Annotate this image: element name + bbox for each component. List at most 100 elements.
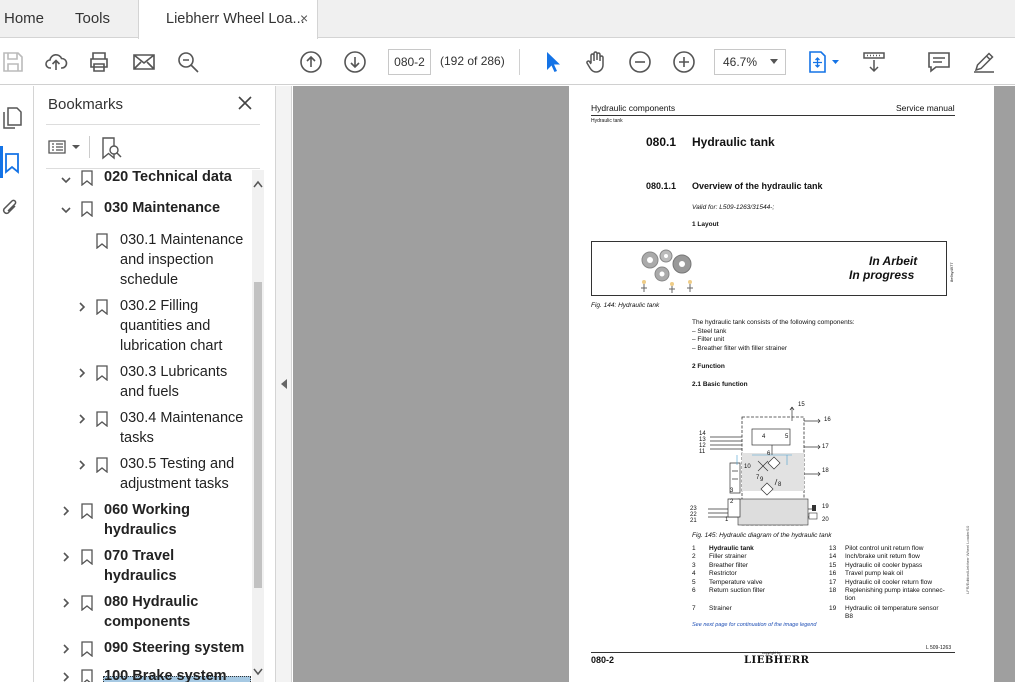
tab-document-title: Liebherr Wheel Loa... [166, 11, 305, 27]
tab-home[interactable]: Home [4, 10, 44, 27]
next-page-icon[interactable] [343, 50, 367, 74]
legend-number: 19 [829, 605, 837, 612]
bookmark-panel-icon[interactable] [4, 152, 20, 174]
bookmark-icon [96, 411, 108, 427]
bookmark-030-1[interactable]: 030.1 Maintenance and inspection schedul… [120, 230, 243, 290]
legend-text: Hydraulic oil cooler return flow [845, 579, 933, 586]
collapse-panel-icon[interactable] [280, 378, 288, 390]
tab-close-icon[interactable]: × [300, 10, 308, 26]
comment-icon[interactable] [927, 50, 951, 74]
pages-thumbnails-icon[interactable] [2, 106, 22, 130]
previous-page-icon[interactable] [299, 50, 323, 74]
scroll-down-icon[interactable] [253, 668, 263, 676]
page-header-right: Service manual [896, 103, 955, 113]
search-icon[interactable] [176, 50, 200, 74]
header-rule [591, 115, 955, 116]
layout-heading: 1 Layout [692, 221, 719, 228]
bookmark-070[interactable]: 070 Travel hydraulics [104, 546, 177, 586]
bookmarks-panel: Bookmarks 020 Technical data 030 Mainten… [34, 86, 276, 682]
subsection-title: Overview of the hydraulic tank [692, 181, 823, 191]
rail-selection-indicator [0, 146, 3, 178]
select-cursor-icon[interactable] [541, 50, 565, 74]
save-icon[interactable] [1, 50, 25, 74]
bookmark-100[interactable]: 100 Brake system [104, 666, 227, 682]
tab-document[interactable]: Liebherr Wheel Loa... × [138, 0, 318, 39]
bookmark-080-selected[interactable]: 080 Hydraulic components [104, 592, 198, 632]
legend-text: Strainer [709, 605, 732, 612]
hand-tool-icon[interactable] [584, 50, 608, 74]
continuation-link[interactable]: See next page for continuation of the im… [692, 622, 816, 628]
upload-cloud-icon[interactable] [44, 50, 68, 74]
find-bookmark-icon[interactable] [100, 136, 122, 160]
zoom-in-icon[interactable] [672, 50, 696, 74]
pen-icon[interactable] [972, 50, 996, 74]
bookmark-icon [96, 299, 108, 315]
attachment-icon[interactable] [0, 196, 20, 220]
legend-text: Filler strainer [709, 553, 747, 560]
bookmark-icon [81, 595, 93, 611]
chevron-down-icon [770, 59, 778, 64]
panel-splitter[interactable] [276, 86, 292, 682]
legend-number: 1 [692, 545, 696, 552]
bookmark-030-2[interactable]: 030.2 Filling quantities and lubrication… [120, 296, 222, 356]
document-viewport[interactable]: Hydraulic components Service manual Hydr… [293, 86, 1015, 682]
basic-function-heading: 2.1 Basic function [692, 381, 748, 388]
chevron-right-icon[interactable] [76, 459, 88, 471]
diagram-label: 16 [824, 417, 831, 423]
chevron-down-icon[interactable] [60, 204, 72, 216]
close-icon[interactable] [236, 94, 254, 112]
footer-model: L 509-1263 [926, 645, 952, 651]
legend-text: B8 [845, 613, 853, 620]
fit-page-icon[interactable] [806, 50, 840, 74]
tab-bar: Home Tools Liebherr Wheel Loa... × [0, 0, 1015, 39]
bookmark-030-3[interactable]: 030.3 Lubricants and fuels [120, 362, 227, 402]
diagram-label: 3 [730, 488, 734, 494]
legend-number: 6 [692, 587, 696, 594]
bookmarks-scrollbar[interactable] [252, 170, 264, 682]
options-menu-icon[interactable] [48, 139, 82, 155]
zoom-out-icon[interactable] [628, 50, 652, 74]
legend-text: Pilot control unit return flow [845, 545, 924, 552]
legend-number: 15 [829, 562, 837, 569]
chevron-right-icon[interactable] [60, 551, 72, 563]
print-icon[interactable] [87, 50, 111, 74]
side-document-code: LFR/Edition/Liebherr Wheel Loader/10 [965, 525, 970, 594]
chevron-right-icon[interactable] [76, 367, 88, 379]
bookmark-090[interactable]: 090 Steering system [104, 638, 244, 658]
bookmark-060[interactable]: 060 Working hydraulics [104, 500, 190, 540]
bookmark-020[interactable]: 020 Technical data [104, 170, 232, 187]
diagram-label: 2 [730, 499, 734, 505]
scrollbar-thumb[interactable] [254, 282, 262, 588]
chevron-right-icon[interactable] [76, 301, 88, 313]
chevron-right-icon[interactable] [60, 643, 72, 655]
tab-tools[interactable]: Tools [75, 10, 110, 27]
scroll-up-icon[interactable] [253, 180, 263, 188]
legend-text: Inch/brake unit return flow [845, 553, 920, 560]
legend-text: Hydraulic oil temperature sensor [845, 605, 939, 612]
bookmark-030[interactable]: 030 Maintenance [104, 198, 220, 218]
chevron-down-icon[interactable] [60, 174, 72, 186]
chevron-right-icon[interactable] [76, 413, 88, 425]
bookmark-030-5[interactable]: 030.5 Testing and adjustment tasks [120, 454, 234, 494]
navigation-rail [0, 86, 34, 682]
bookmark-030-4[interactable]: 030.4 Maintenance tasks [120, 408, 243, 448]
chevron-right-icon[interactable] [60, 505, 72, 517]
legend-text: Restrictor [709, 570, 737, 577]
legend-number: 3 [692, 562, 696, 569]
bookmark-icon [96, 457, 108, 473]
chevron-right-icon[interactable] [60, 597, 72, 609]
panel-title: Bookmarks [48, 96, 124, 113]
bookmark-icon [81, 669, 93, 682]
chevron-right-icon[interactable] [60, 671, 72, 682]
email-icon[interactable] [132, 50, 156, 74]
legend-number: 18 [829, 587, 837, 594]
page-number-input[interactable]: 080-2 [388, 49, 431, 75]
scroll-mode-icon[interactable] [862, 50, 886, 74]
zoom-level-select[interactable]: 46.7% [714, 49, 786, 75]
legend-text: Travel pump leak oil [845, 570, 903, 577]
panel-divider [46, 168, 260, 169]
diagram-label: 15 [798, 402, 805, 408]
legend-number: 13 [829, 545, 837, 552]
diagram-label: 8 [778, 482, 782, 488]
bookmark-icon [81, 549, 93, 565]
